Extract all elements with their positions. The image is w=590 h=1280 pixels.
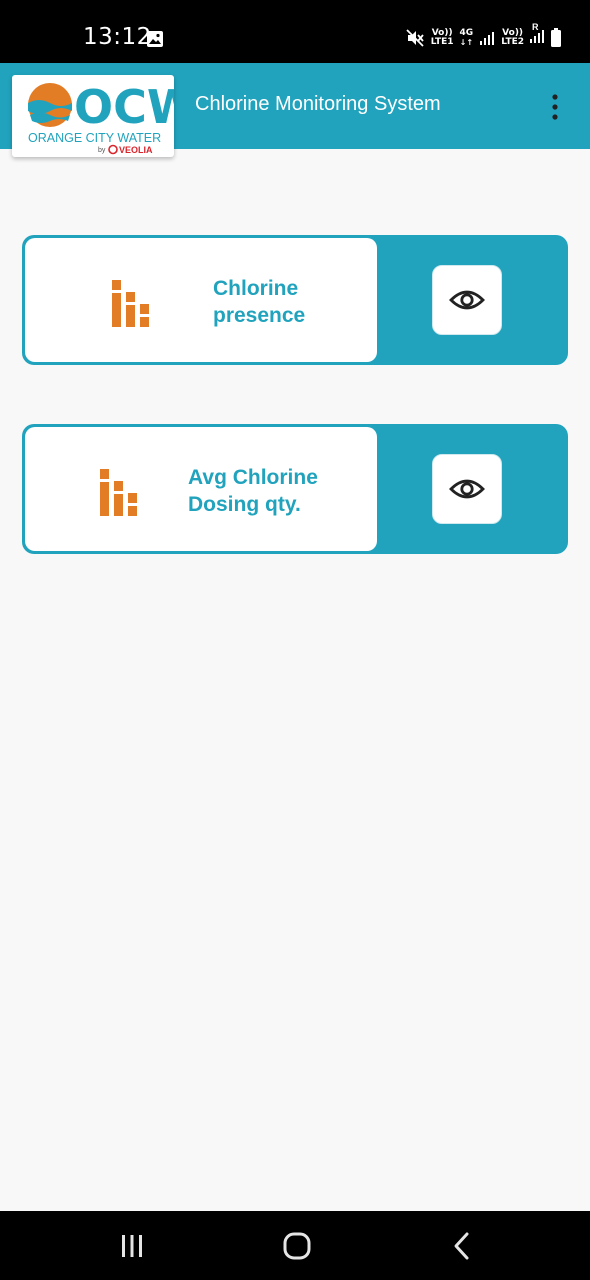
sim2-volte-label: Vo)) LTE2 <box>501 28 524 47</box>
chlorine-presence-card[interactable]: Chlorine presence <box>22 235 568 365</box>
navigation-bar <box>0 1211 590 1280</box>
bar-chart-icon <box>100 469 137 516</box>
status-time: 13:12 <box>83 24 152 50</box>
status-bar: 13:12 Vo)) LTE1 4G ↓↑ Vo)) LTE2 R <box>0 0 590 63</box>
svg-text:by: by <box>98 147 106 154</box>
card-content: Avg Chlorine Dosing qty. <box>25 427 377 551</box>
bar-chart-icon <box>112 280 149 327</box>
app-title: Chlorine Monitoring System <box>195 93 441 115</box>
mute-icon <box>406 29 424 47</box>
more-options-icon[interactable] <box>548 93 562 121</box>
svg-text:ORANGE CITY WATER: ORANGE CITY WATER <box>28 131 161 145</box>
signal-icon-sim1 <box>480 32 495 45</box>
sim1-volte-label: Vo)) LTE1 <box>430 28 454 47</box>
avg-chlorine-dosing-card[interactable]: Avg Chlorine Dosing qty. <box>22 424 568 554</box>
view-chlorine-presence-button[interactable] <box>432 265 502 335</box>
signal-icon-sim2: R <box>530 22 544 49</box>
card-label: Chlorine presence <box>213 277 306 327</box>
status-icons: Vo)) LTE1 4G ↓↑ Vo)) LTE2 R <box>405 22 562 50</box>
network-type-label: 4G ↓↑ <box>459 28 474 48</box>
home-icon[interactable] <box>280 1229 314 1263</box>
gallery-notification-icon <box>147 31 163 47</box>
app-logo: OCW ORANGE CITY WATER by VEOLIA <box>12 75 198 157</box>
battery-icon <box>551 28 561 47</box>
svg-text:VEOLIA: VEOLIA <box>119 145 153 155</box>
eye-icon <box>449 479 485 499</box>
eye-icon <box>449 290 485 310</box>
card-label: Avg Chlorine Dosing qty. <box>188 466 318 516</box>
card-content: Chlorine presence <box>25 238 377 362</box>
recent-apps-icon[interactable] <box>115 1229 149 1263</box>
back-icon[interactable] <box>446 1229 480 1263</box>
svg-text:OCW: OCW <box>74 80 174 134</box>
view-avg-chlorine-dosing-button[interactable] <box>432 454 502 524</box>
ocw-logo-icon: OCW ORANGE CITY WATER by VEOLIA <box>28 80 198 155</box>
